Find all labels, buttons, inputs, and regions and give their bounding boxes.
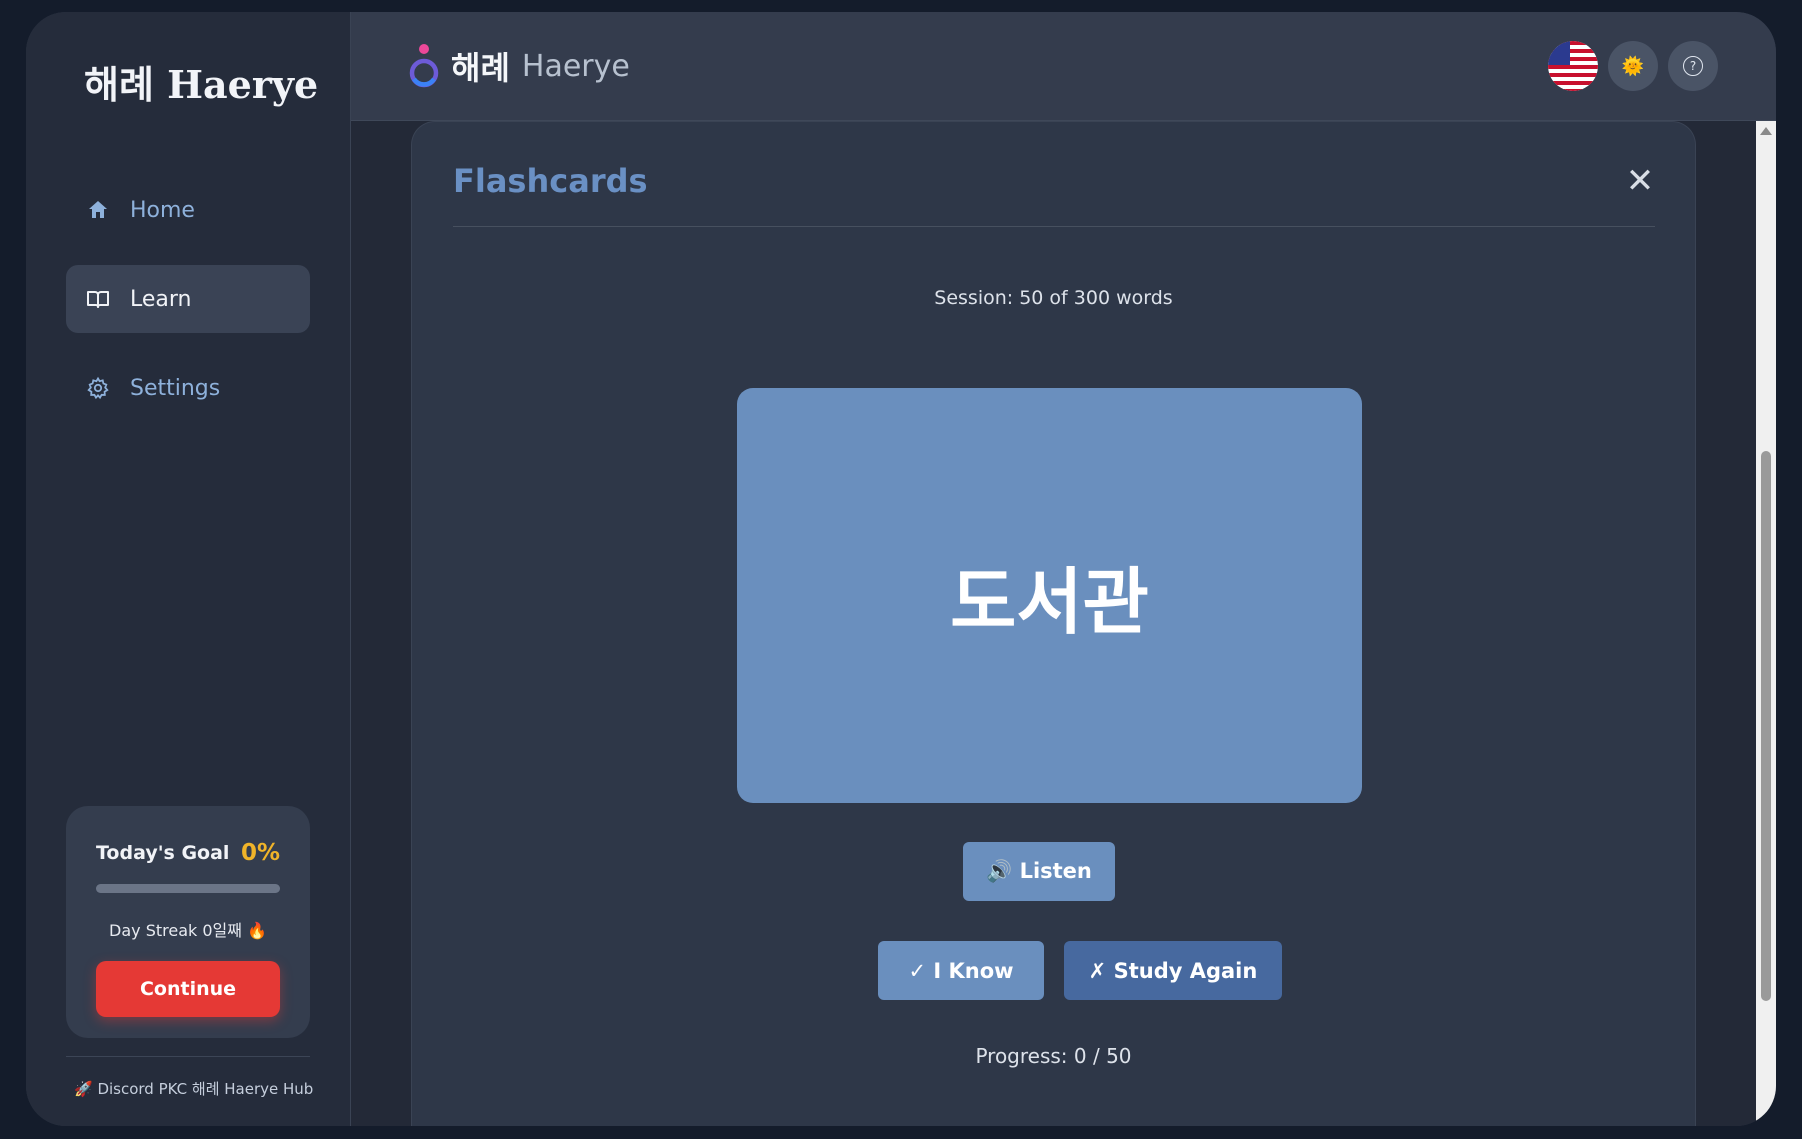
language-button[interactable]: [1548, 41, 1598, 91]
theme-toggle-button[interactable]: 🌞: [1608, 41, 1658, 91]
us-flag-icon: [1548, 41, 1598, 91]
sidebar-item-learn[interactable]: Learn: [66, 265, 310, 333]
header-actions: 🌞 ?: [1538, 41, 1718, 91]
help-icon: ?: [1683, 56, 1703, 76]
goal-title: Today's Goal: [96, 842, 230, 864]
flashcards-modal: Flashcards ✕ Session: 50 of 300 words 도서…: [411, 121, 1696, 1126]
sun-icon: 🌞: [1621, 55, 1645, 77]
i-know-button[interactable]: ✓ I Know: [878, 941, 1044, 1000]
goal-percent: 0%: [240, 840, 280, 866]
modal-divider: [453, 226, 1655, 227]
scrollbar-thumb[interactable]: [1761, 451, 1771, 1001]
sidebar-nav: Home Learn Settings: [66, 176, 310, 443]
help-button[interactable]: ?: [1668, 41, 1718, 91]
sidebar-item-label: Settings: [130, 375, 221, 401]
gear-icon: [86, 376, 110, 400]
discord-link[interactable]: 🚀 Discord PKC 해례 Haerye Hub: [74, 1078, 313, 1099]
study-again-button[interactable]: ✗ Study Again: [1064, 941, 1282, 1000]
logo-english: Haerye: [521, 48, 630, 84]
goal-progress-bar: [96, 884, 280, 893]
top-header: 해례 Haerye 🌞 ?: [351, 12, 1776, 121]
modal-title: Flashcards: [453, 162, 648, 200]
flashcard-word: 도서관: [950, 560, 1149, 644]
main-content: Flashcards ✕ Session: 50 of 300 words 도서…: [351, 121, 1776, 1126]
day-streak: Day Streak 0일째 🔥: [109, 921, 267, 940]
progress-text: Progress: 0 / 50: [975, 1044, 1132, 1068]
listen-button[interactable]: 🔊 Listen: [963, 842, 1115, 901]
logo-mark-icon: [409, 44, 439, 88]
sidebar-item-label: Home: [130, 197, 195, 223]
home-icon: [86, 198, 110, 222]
flashcard[interactable]: 도서관: [737, 388, 1362, 803]
scrollbar[interactable]: [1756, 121, 1776, 1126]
book-icon: [86, 287, 110, 311]
sidebar-divider: [66, 1056, 310, 1057]
app-window: 해례 Haerye Home Learn Settings Today's Go…: [26, 12, 1776, 1126]
scroll-up-arrow-icon[interactable]: [1760, 127, 1772, 135]
logo-korean: 해례: [451, 49, 510, 87]
close-icon[interactable]: ✕: [1623, 164, 1657, 198]
session-info: Session: 50 of 300 words: [934, 287, 1173, 309]
daily-goal-card: Today's Goal 0% Day Streak 0일째 🔥 Continu…: [66, 806, 310, 1038]
continue-button[interactable]: Continue: [96, 961, 280, 1017]
brand-title[interactable]: 해례 Haerye: [84, 54, 318, 109]
sidebar-item-home[interactable]: Home: [66, 176, 310, 244]
header-logo[interactable]: 해례 Haerye: [407, 42, 630, 90]
sidebar: 해례 Haerye Home Learn Settings Today's Go…: [26, 12, 351, 1126]
sidebar-item-settings[interactable]: Settings: [66, 354, 310, 422]
sidebar-item-label: Learn: [130, 286, 192, 312]
